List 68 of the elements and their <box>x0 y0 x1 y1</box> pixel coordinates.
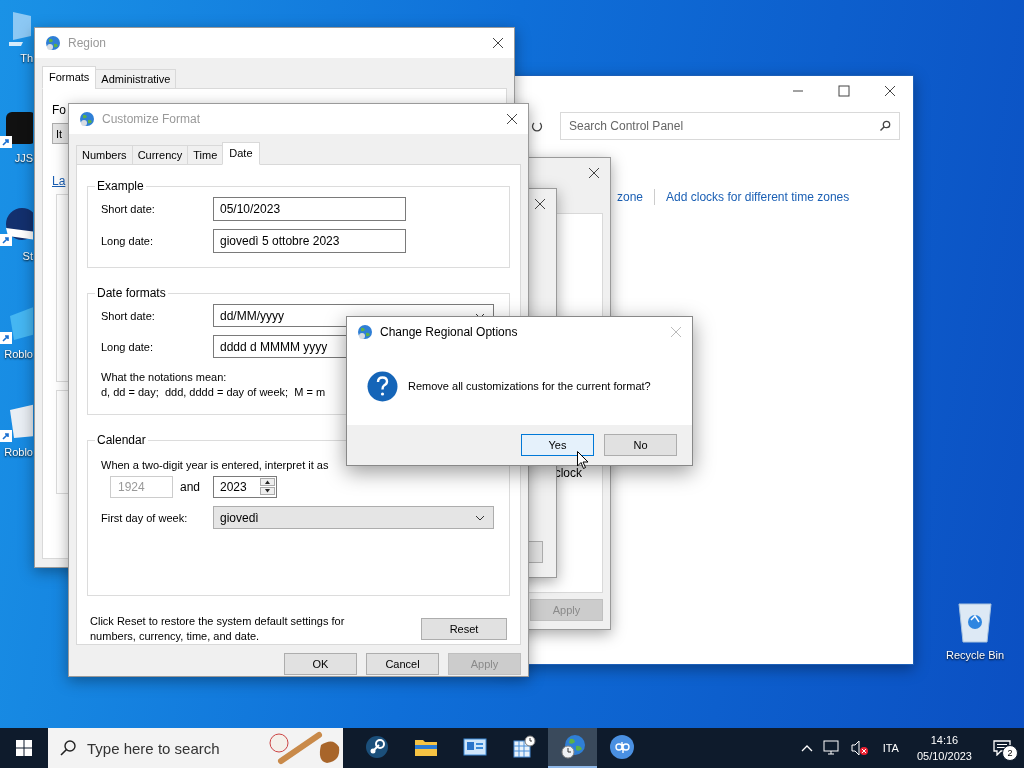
field-label: Short date: <box>101 309 156 322</box>
taskbar-app-button[interactable] <box>548 728 597 768</box>
link[interactable]: La <box>52 174 66 188</box>
message-icon <box>993 740 1011 756</box>
window-title: Region <box>68 36 108 50</box>
close-icon[interactable] <box>534 198 546 210</box>
field-label: Short date: <box>101 203 156 215</box>
folder-icon <box>413 737 438 757</box>
tab[interactable]: Date <box>222 142 260 165</box>
reset-button[interactable]: Reset <box>421 618 507 640</box>
first-day-dropdown[interactable]: giovedì <box>213 506 494 529</box>
globe-clock-icon <box>559 734 586 760</box>
reset-help-text: Click Reset to restore the system default settings for numbers, currency, time, and date. <box>90 614 346 644</box>
dialog-button[interactable]: Yes <box>521 434 594 456</box>
window-title: Change Regional Options <box>380 325 519 339</box>
format-dropdown[interactable]: It <box>52 123 68 144</box>
link[interactable]: zone <box>617 190 644 204</box>
desktop-icon-label[interactable]: Recycle Bin <box>945 649 1005 661</box>
globe-icon <box>79 111 95 127</box>
notification-button[interactable]: 2 <box>990 736 1016 760</box>
group-title: Date formats <box>96 286 167 300</box>
search-icon <box>60 740 76 756</box>
window-title: Customize Format <box>102 112 202 126</box>
field-label: Long date: <box>101 235 154 247</box>
chevron-icon <box>475 514 485 521</box>
close-icon[interactable] <box>506 113 518 125</box>
chevron-up-icon[interactable] <box>800 744 813 752</box>
close-icon[interactable] <box>492 37 504 49</box>
steam-icon <box>364 735 389 759</box>
maximize-icon[interactable] <box>838 85 850 97</box>
refresh-icon <box>531 120 543 132</box>
field-label: Long date: <box>101 340 154 353</box>
example-field[interactable]: giovedì 5 ottobre 2023 <box>213 229 406 253</box>
globe-icon <box>357 324 373 340</box>
year-spinner[interactable]: 2023 <box>213 476 277 498</box>
network-icon[interactable] <box>822 740 841 756</box>
group-title: Calendar <box>96 433 147 447</box>
volume-muted-icon[interactable] <box>850 740 869 756</box>
tab[interactable]: Numbers <box>76 145 133 165</box>
dialog-button[interactable]: No <box>604 434 677 456</box>
search-field[interactable]: Search Control Panel <box>560 112 900 140</box>
control-panel-icon <box>462 737 487 757</box>
globe-icon <box>45 35 61 51</box>
close-icon[interactable] <box>588 167 600 179</box>
taskbar-clock[interactable]: 14:16 05/10/2023 <box>908 732 980 764</box>
message-text: Remove all customizations for the current format? <box>408 380 651 392</box>
windows-logo-icon <box>16 740 32 756</box>
search-icon <box>879 120 891 132</box>
close-icon[interactable] <box>884 85 896 97</box>
field-label: First day of week: <box>101 511 189 524</box>
field-label: Fo <box>52 103 66 117</box>
link[interactable]: Add clocks for different time zones <box>666 190 850 204</box>
notation-help-text: What the notations mean: d, dd = day; ddd, dddd = day of week; M = m <box>101 370 326 400</box>
dialog-button[interactable]: OK <box>284 653 357 675</box>
tab[interactable]: Formats <box>42 66 97 89</box>
example-field[interactable]: 05/10/2023 <box>213 197 406 221</box>
group-title: Example <box>96 179 145 193</box>
tab[interactable]: Administrative <box>95 69 177 89</box>
calendar-clock-icon <box>511 735 536 759</box>
qbittorrent-icon <box>608 734 635 760</box>
recycle-bin-icon[interactable] <box>955 600 995 644</box>
language-indicator[interactable]: ITA <box>882 742 899 754</box>
desktop-icon-label[interactable]: Roblo <box>4 446 33 458</box>
instruction-text: When a two-digit year is entered, interpret it as <box>101 459 330 471</box>
label: and <box>179 480 202 494</box>
taskbar-search-field[interactable]: Type here to search <box>48 728 343 768</box>
question-icon <box>367 370 398 402</box>
dialog-button[interactable]: Cancel <box>366 653 439 675</box>
